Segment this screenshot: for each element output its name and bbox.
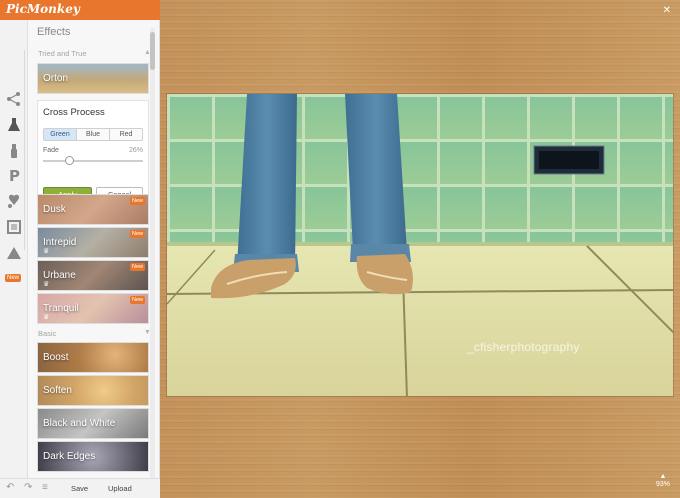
undo-icon[interactable]: ↶ — [6, 482, 14, 493]
new-badge: New — [129, 197, 145, 205]
redo-icon[interactable]: ↷ — [24, 482, 32, 493]
photo-watermark: _cfisherphotography — [467, 340, 580, 354]
effect-orton[interactable]: Orton — [37, 63, 149, 94]
effect-label: Orton — [43, 73, 69, 84]
crown-icon: ♛ — [43, 248, 50, 255]
effect-label: Dusk — [43, 204, 66, 215]
option-blue-button[interactable]: Blue — [77, 129, 110, 140]
photo-canvas[interactable]: _cfisherphotography — [166, 93, 674, 397]
option-red-button[interactable]: Red — [110, 129, 142, 140]
brand-bar: PicMonkey — [0, 0, 160, 20]
canvas-workspace: ✕ _cfisherphotography ▲ 93% — [160, 0, 680, 498]
effect-urbane[interactable]: Urbane New ♛ — [37, 260, 149, 291]
effect-black-and-white[interactable]: Black and White — [37, 408, 149, 439]
panel-bracket — [24, 50, 34, 250]
new-badge: New — [129, 296, 145, 304]
zoom-indicator[interactable]: ▲ 93% — [656, 473, 670, 489]
effects-icon[interactable] — [5, 116, 23, 134]
new-badge: New — [129, 263, 145, 271]
overlays-icon[interactable] — [5, 192, 23, 210]
zoom-level: 93% — [655, 481, 670, 488]
crown-icon: ♛ — [43, 314, 50, 321]
option-green-button[interactable]: Green — [44, 129, 77, 140]
frames-icon[interactable] — [5, 218, 23, 236]
bottom-toolbar: ↶ ↷ ≡ Save Upload — [0, 478, 160, 498]
cross-process-title: Cross Process — [43, 107, 105, 118]
app-logo: PicMonkey — [6, 2, 80, 16]
fade-label: Fade — [43, 147, 59, 154]
photo-image — [167, 94, 673, 396]
panel-scrollbar[interactable] — [150, 28, 155, 480]
zoom-up-icon[interactable]: ▲ — [656, 473, 670, 481]
fade-slider-track[interactable] — [43, 160, 143, 162]
svg-text:P: P — [9, 167, 20, 183]
effects-panel: Effects Tried and True ▲ Orton Cross Pro… — [28, 20, 160, 478]
effect-dusk[interactable]: Dusk New — [37, 194, 149, 225]
new-badge: New — [129, 230, 145, 238]
effect-label: Boost — [43, 352, 69, 363]
effect-dark-edges[interactable]: Dark Edges — [37, 441, 149, 472]
close-icon[interactable]: ✕ — [663, 5, 671, 16]
fade-value: 26% — [128, 147, 143, 154]
crown-icon: ♛ — [43, 281, 50, 288]
history-icon[interactable]: ≡ — [42, 482, 48, 493]
textures-icon[interactable] — [5, 244, 23, 262]
fade-slider-thumb[interactable] — [64, 156, 74, 165]
basic-edits-icon[interactable] — [5, 90, 23, 108]
touch-up-icon[interactable] — [5, 142, 23, 160]
section-label-basic: Basic — [38, 329, 57, 338]
color-segmented-control: Green Blue Red — [43, 128, 143, 141]
effect-intrepid[interactable]: Intrepid New ♛ — [37, 227, 149, 258]
upload-button[interactable]: Upload — [108, 484, 132, 493]
effect-label: Soften — [43, 385, 72, 396]
effect-label: Dark Edges — [43, 451, 96, 462]
effect-boost[interactable]: Boost — [37, 342, 149, 373]
effect-label: Black and White — [43, 418, 116, 429]
new-badge: New — [5, 274, 22, 282]
text-icon[interactable]: P — [5, 166, 23, 184]
save-button[interactable]: Save — [71, 484, 88, 493]
effect-tranquil[interactable]: Tranquil New ♛ — [37, 293, 149, 324]
effect-soften[interactable]: Soften — [37, 375, 149, 406]
panel-title: Effects — [37, 26, 71, 38]
section-label-tried-and-true: Tried and True — [38, 49, 87, 58]
scrollbar-thumb[interactable] — [150, 32, 155, 70]
